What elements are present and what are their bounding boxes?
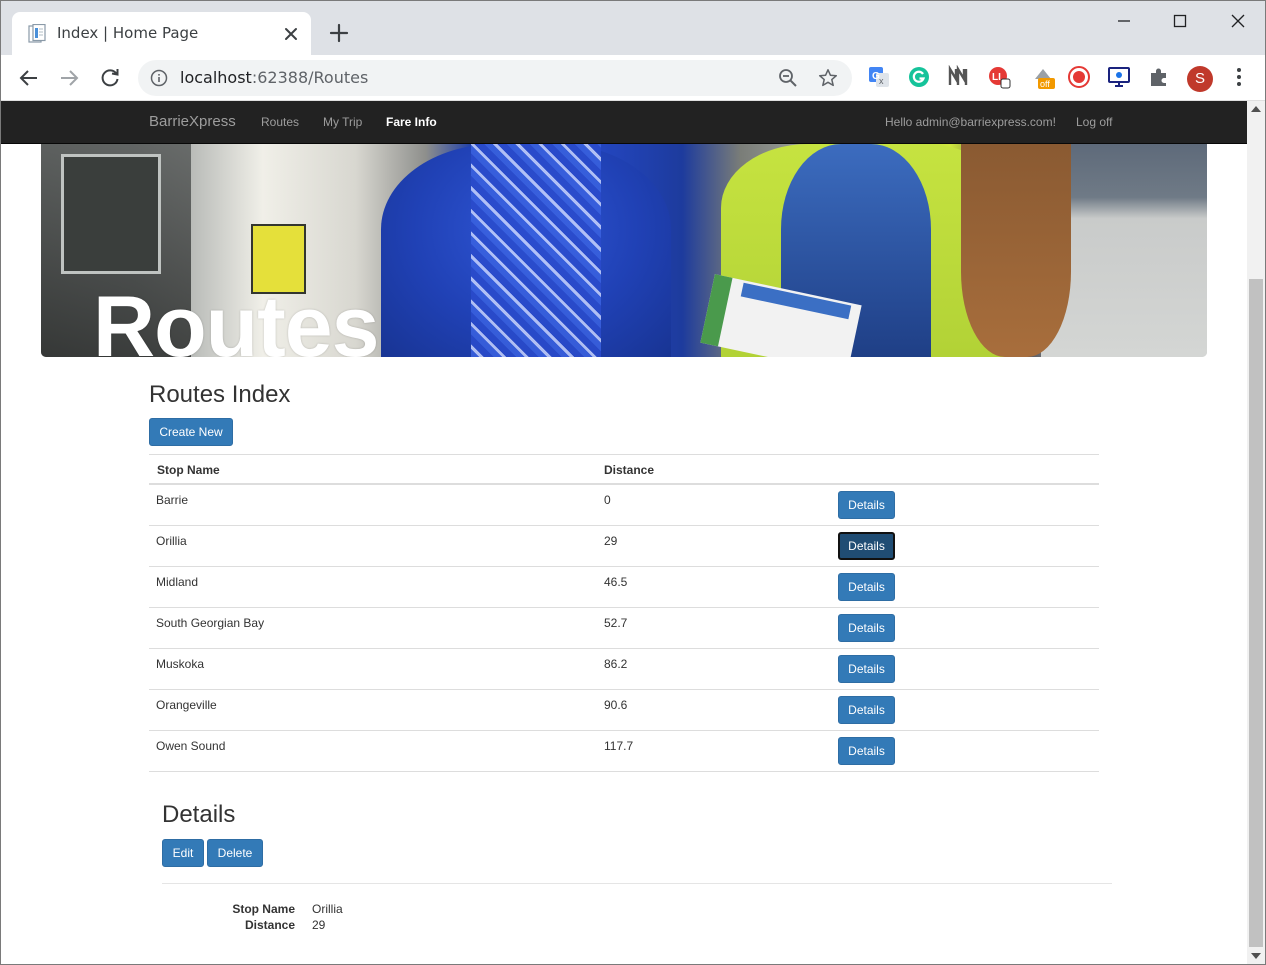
- extension-n-icon[interactable]: [947, 65, 971, 89]
- tab-title: Index | Home Page: [57, 24, 199, 42]
- details-button[interactable]: Details: [838, 532, 895, 560]
- distance-cell: 90.6: [604, 698, 628, 712]
- stop-name-cell: Barrie: [156, 493, 189, 507]
- stop-name-cell: Owen Sound: [156, 739, 226, 753]
- details-button[interactable]: Details: [838, 573, 895, 601]
- details-button[interactable]: Details: [838, 614, 895, 642]
- address-bar[interactable]: localhost:62388/Routes: [138, 60, 852, 96]
- hero-title: Routes: [93, 279, 379, 357]
- bookmark-star-icon[interactable]: [818, 68, 838, 88]
- table-row: Barrie 0 Details: [149, 485, 1099, 526]
- distance-cell: 29: [604, 534, 618, 548]
- stop-name-cell: Muskoka: [156, 657, 205, 671]
- delete-button[interactable]: Delete: [207, 839, 263, 867]
- log-off-link[interactable]: Log off: [1076, 115, 1112, 129]
- browser-window: Index | Home Page localhost:62388/Routes…: [0, 0, 1266, 965]
- table-row: Orangeville 90.6 Details: [149, 690, 1099, 731]
- forward-arrow-icon[interactable]: [57, 66, 81, 90]
- distance-cell: 52.7: [604, 616, 628, 630]
- hero-bus-window: [61, 154, 161, 274]
- profile-avatar[interactable]: S: [1187, 66, 1213, 92]
- table-row: Orillia 29 Details: [149, 526, 1099, 567]
- table-row: South Georgian Bay 52.7 Details: [149, 608, 1099, 649]
- extensions-puzzle-icon[interactable]: [1147, 65, 1171, 89]
- close-window-icon[interactable]: [1226, 9, 1250, 33]
- page-viewport: BarrieXpress Routes My Trip Fare Info He…: [1, 101, 1247, 964]
- browser-tab[interactable]: Index | Home Page: [12, 12, 311, 55]
- screen-extension-icon[interactable]: [1107, 65, 1131, 89]
- minimize-icon[interactable]: [1112, 9, 1136, 33]
- detail-label-distance: Distance: [244, 918, 295, 932]
- new-tab-icon[interactable]: [327, 21, 351, 45]
- details-divider: [162, 883, 1112, 884]
- column-header-stop-name: Stop Name: [157, 463, 220, 477]
- detail-value-stop-name: Orillia: [312, 902, 343, 916]
- table-row: Muskoka 86.2 Details: [149, 649, 1099, 690]
- stop-name-cell: South Georgian Bay: [156, 616, 265, 630]
- nav-routes-link[interactable]: Routes: [261, 115, 299, 129]
- extension-red-icon[interactable]: LI: [987, 65, 1011, 89]
- table-row: Owen Sound 117.7 Details: [149, 731, 1099, 772]
- url-text: localhost:62388/Routes: [180, 68, 368, 87]
- details-heading: Details: [162, 801, 236, 828]
- table-row: Midland 46.5 Details: [149, 567, 1099, 608]
- site-brand-link[interactable]: BarrieXpress: [149, 113, 236, 130]
- maximize-icon[interactable]: [1168, 9, 1192, 33]
- distance-cell: 0: [604, 493, 611, 507]
- site-navbar: BarrieXpress Routes My Trip Fare Info He…: [1, 101, 1247, 144]
- hero-person-hair: [961, 144, 1071, 357]
- nav-my-trip-link[interactable]: My Trip: [323, 115, 362, 129]
- edit-button[interactable]: Edit: [162, 839, 204, 867]
- column-header-distance: Distance: [604, 463, 655, 477]
- zoom-out-icon[interactable]: [778, 68, 798, 88]
- table-header: Stop Name Distance: [149, 455, 1099, 485]
- user-greeting-link[interactable]: Hello admin@barriexpress.com!: [885, 115, 1056, 129]
- url-host: localhost: [180, 68, 252, 87]
- back-arrow-icon[interactable]: [17, 66, 41, 90]
- detail-label-stop-name: Stop Name: [232, 902, 295, 916]
- url-path: :62388/Routes: [251, 68, 369, 87]
- scroll-thumb[interactable]: [1249, 279, 1263, 947]
- routes-table: Stop Name Distance Barrie 0 Details Oril…: [149, 454, 1099, 772]
- details-button[interactable]: Details: [838, 491, 895, 519]
- details-button[interactable]: Details: [838, 655, 895, 683]
- close-tab-icon[interactable]: [282, 25, 300, 43]
- page-scrollbar[interactable]: [1247, 101, 1265, 964]
- grammarly-extension-icon[interactable]: [907, 65, 931, 89]
- extension-badge: off: [1040, 79, 1050, 89]
- distance-cell: 117.7: [604, 739, 634, 753]
- tab-strip: Index | Home Page: [1, 1, 1265, 55]
- reload-icon[interactable]: [98, 66, 122, 90]
- svg-text:x: x: [879, 76, 884, 86]
- hero-person-scarf: [471, 144, 601, 357]
- detail-value-distance: 29: [312, 918, 326, 932]
- details-button[interactable]: Details: [838, 737, 895, 765]
- hero-banner: Routes: [41, 144, 1207, 357]
- distance-cell: 46.5: [604, 575, 628, 589]
- scroll-down-arrow-icon[interactable]: [1251, 953, 1261, 959]
- details-button[interactable]: Details: [838, 696, 895, 724]
- stop-name-cell: Orangeville: [156, 698, 217, 712]
- browser-menu-icon[interactable]: [1227, 65, 1251, 89]
- stop-name-cell: Midland: [156, 575, 199, 589]
- create-new-button[interactable]: Create New: [149, 418, 233, 446]
- scroll-up-arrow-icon[interactable]: [1251, 106, 1261, 112]
- page-title: Routes Index: [149, 381, 291, 408]
- distance-cell: 86.2: [604, 657, 628, 671]
- nav-fare-info-link[interactable]: Fare Info: [386, 115, 437, 129]
- record-extension-icon[interactable]: [1067, 65, 1091, 89]
- extension-off-icon[interactable]: off: [1031, 65, 1055, 89]
- browser-toolbar: localhost:62388/Routes G x LI off S: [1, 55, 1265, 101]
- site-info-icon[interactable]: [150, 69, 168, 87]
- page-favicon-icon: [28, 24, 46, 43]
- stop-name-cell: Orillia: [156, 534, 187, 548]
- google-translate-extension-icon[interactable]: G x: [867, 65, 891, 89]
- svg-text:LI: LI: [992, 72, 1001, 83]
